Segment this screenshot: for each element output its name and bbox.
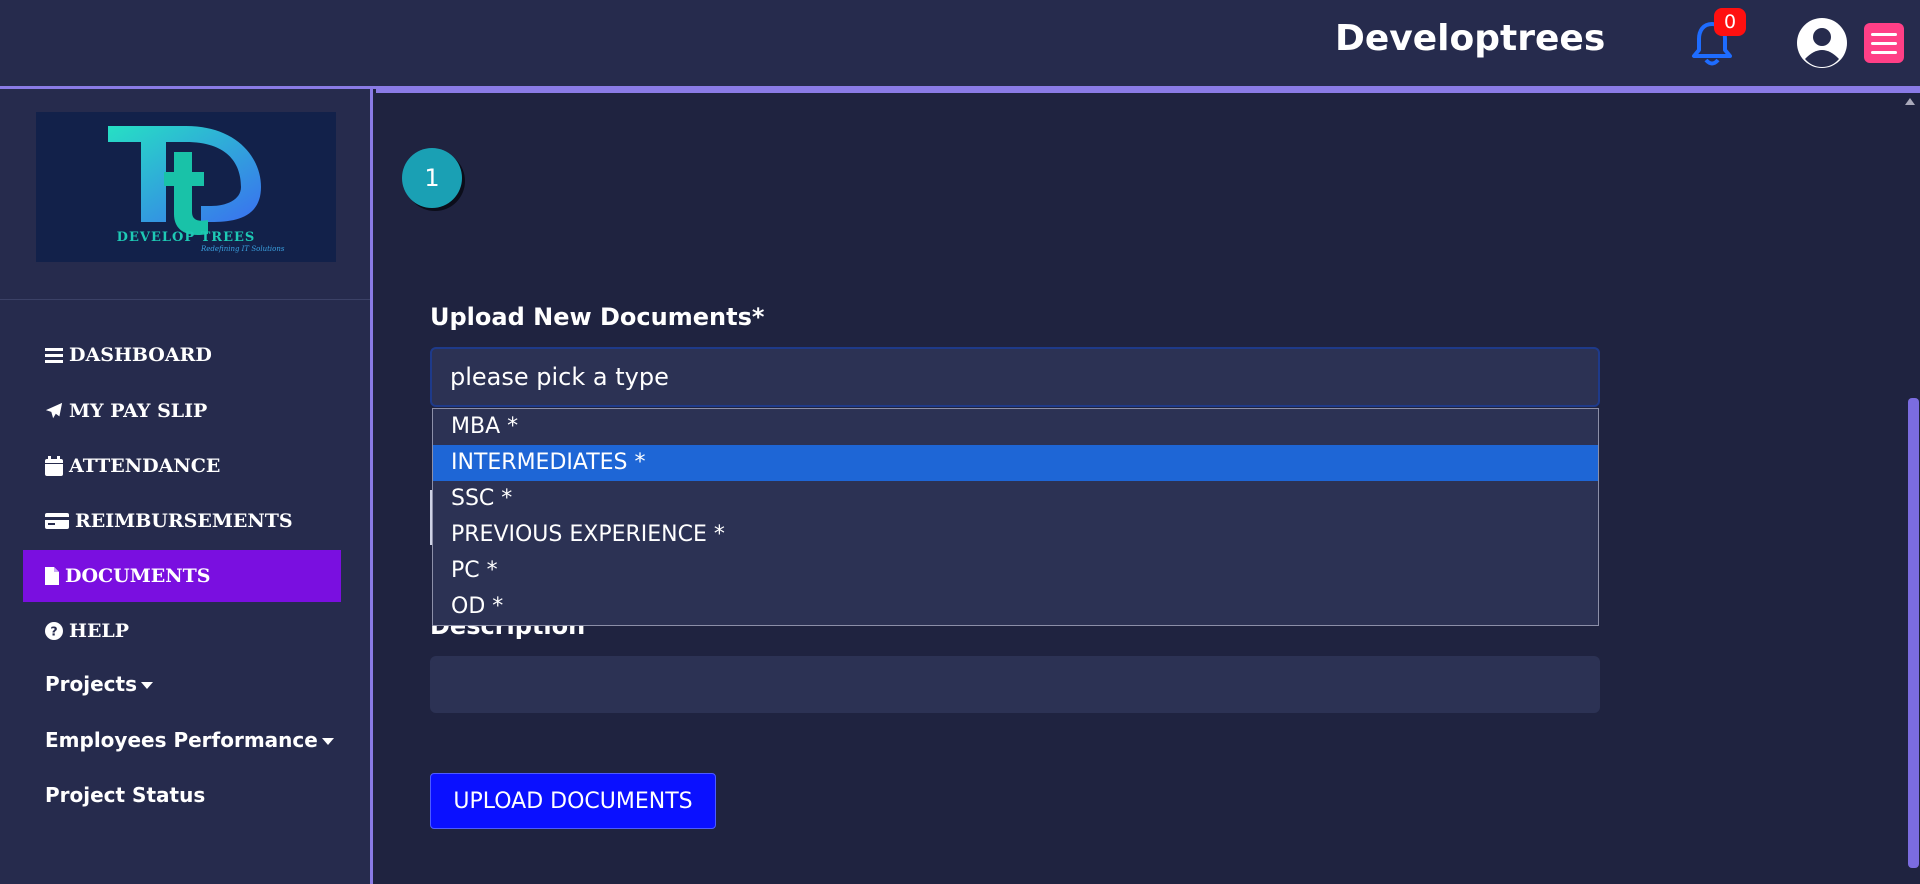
sidebar-item-help[interactable]: ? HELP bbox=[23, 605, 341, 657]
scrollbar-thumb[interactable] bbox=[1908, 398, 1919, 868]
document-type-select[interactable]: please pick a type bbox=[430, 347, 1600, 407]
hamburger-line bbox=[1871, 50, 1897, 54]
sidebar-item-label: MY PAY SLIP bbox=[69, 400, 208, 422]
bars-icon bbox=[45, 346, 63, 364]
option-mba[interactable]: MBA * bbox=[433, 409, 1598, 445]
sidebar-item-documents[interactable]: DOCUMENTS bbox=[23, 550, 341, 602]
svg-text:?: ? bbox=[50, 624, 57, 639]
sidebar-item-label: HELP bbox=[69, 620, 130, 642]
sidebar-item-label: DOCUMENTS bbox=[65, 565, 211, 587]
option-previous-experience[interactable]: PREVIOUS EXPERIENCE * bbox=[433, 517, 1598, 553]
sidebar-item-label: Projects bbox=[45, 672, 138, 696]
option-pc[interactable]: PC * bbox=[433, 553, 1598, 589]
logo-company-name: DEVELOP TREES bbox=[116, 230, 256, 245]
calendar-icon bbox=[45, 456, 63, 476]
paper-plane-icon bbox=[45, 402, 63, 420]
top-header: Developtrees 0 bbox=[0, 0, 1920, 89]
sidebar-item-attendance[interactable]: ATTENDANCE bbox=[23, 440, 341, 492]
step-indicator: 1 bbox=[402, 148, 462, 208]
app-title: Developtrees bbox=[1335, 18, 1606, 59]
option-od[interactable]: OD * bbox=[433, 589, 1598, 625]
option-ssc[interactable]: SSC * bbox=[433, 481, 1598, 517]
question-circle-icon: ? bbox=[45, 622, 63, 640]
sidebar-item-label: REIMBURSEMENTS bbox=[75, 510, 293, 532]
document-type-options: MBA * INTERMEDIATES * SSC * PREVIOUS EXP… bbox=[432, 408, 1599, 626]
hamburger-line bbox=[1871, 32, 1897, 36]
sidebar-item-projects[interactable]: Projects bbox=[45, 672, 154, 696]
sidebar-item-label: Employees Performance bbox=[45, 728, 318, 752]
scroll-up-icon[interactable] bbox=[1905, 98, 1915, 105]
sidebar-divider bbox=[0, 299, 370, 300]
logo-tagline: Redefining IT Solutions bbox=[201, 245, 285, 253]
notification-badge: 0 bbox=[1714, 8, 1746, 36]
description-input[interactable] bbox=[430, 656, 1600, 713]
caret-down-icon bbox=[141, 682, 154, 689]
hamburger-line bbox=[1871, 41, 1897, 45]
caret-down-icon bbox=[321, 738, 334, 745]
sidebar-item-reimbursements[interactable]: REIMBURSEMENTS bbox=[23, 495, 341, 547]
content-top-border bbox=[376, 89, 1920, 93]
hamburger-menu-button[interactable] bbox=[1864, 23, 1904, 63]
sidebar-item-my-pay-slip[interactable]: MY PAY SLIP bbox=[23, 385, 341, 437]
credit-card-icon bbox=[45, 512, 69, 530]
upload-documents-label: Upload New Documents* bbox=[430, 303, 765, 331]
sidebar-item-label: ATTENDANCE bbox=[69, 455, 221, 477]
sidebar-item-employees-performance[interactable]: Employees Performance bbox=[45, 728, 334, 752]
sidebar: DEVELOP TREES Redefining IT Solutions DA… bbox=[0, 89, 373, 884]
sidebar-item-label: Project Status bbox=[45, 783, 206, 807]
user-circle-icon[interactable] bbox=[1796, 17, 1848, 69]
company-logo[interactable]: DEVELOP TREES Redefining IT Solutions bbox=[36, 112, 336, 262]
select-value: please pick a type bbox=[450, 363, 669, 391]
option-intermediates[interactable]: INTERMEDIATES * bbox=[433, 445, 1598, 481]
sidebar-item-label: DASHBOARD bbox=[69, 344, 212, 366]
upload-documents-button[interactable]: UPLOAD DOCUMENTS bbox=[430, 773, 716, 829]
sidebar-item-dashboard[interactable]: DASHBOARD bbox=[23, 329, 341, 381]
file-icon bbox=[45, 567, 59, 585]
sidebar-item-project-status[interactable]: Project Status bbox=[45, 783, 205, 807]
